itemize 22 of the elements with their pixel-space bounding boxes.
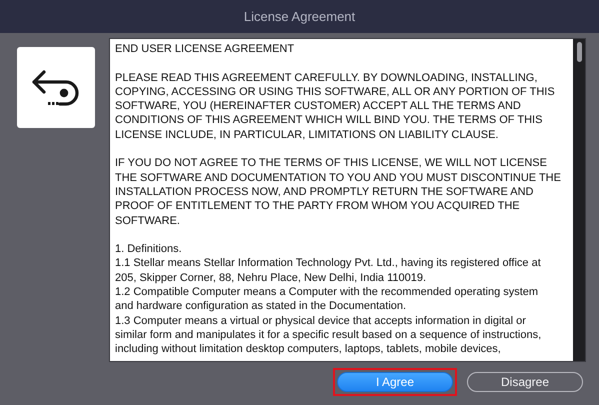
license-text-line: INSTALLATION PROCESS NOW, AND PROMPTLY RETURN THE SOFTWARE AND bbox=[115, 184, 534, 200]
license-text-line: including without limitation desktop computers, laptops, tablets, mobile devices, bbox=[115, 342, 502, 357]
license-text-line: 205, Skipper Corner, 88, Nehru Place, New Delhi, India 110019. bbox=[115, 270, 428, 286]
license-text-line: similar form and manipulates it for a specific result based on a sequence of instructions, bbox=[115, 328, 542, 342]
window-title: License Agreement bbox=[244, 9, 356, 24]
license-text-line: PROOF OF ENTITLEMENT TO THE PARTY FROM WHOM YOU ACQUIRED THE bbox=[115, 199, 521, 214]
license-text-line: IF YOU DO NOT AGREE TO THE TERMS OF THIS LICENSE, WE WILL NOT LICENSE bbox=[115, 156, 548, 171]
license-text-line: END USER LICENSE AGREEMENT bbox=[115, 42, 296, 56]
license-text-line: LICENSE INCLUDE, IN PARTICULAR, LIMITATIONS ON LIABILITY CLAUSE. bbox=[115, 128, 500, 142]
license-text-line: CONDITIONS OF THIS AGREEMENT WHICH WILL BIND YOU. THE TERMS OF THIS bbox=[115, 113, 544, 128]
dialog-button[interactable]: Disagree bbox=[467, 372, 583, 392]
license-text-line: SOFTWARE, YOU (HEREINAFTER CUSTOMER) ACCEPT ALL THE TERMS AND bbox=[115, 99, 522, 114]
dialog-button[interactable]: I Agree bbox=[337, 372, 453, 392]
license-text-line: 1.3 Computer means a virtual or physical device that accepts information in digital or bbox=[115, 314, 527, 328]
license-text-line: 1.2 Compatible Computer means a Computer with the recommended operating system bbox=[115, 285, 540, 300]
license-text-line: THE SOFTWARE AND DOCUMENTATION TO YOU AND YOU MUST DISCONTINUE THE bbox=[115, 170, 562, 185]
license-text-line: 1.1 Stellar means Stellar Information Technology Pvt. Ltd., having its registered office at bbox=[115, 256, 542, 271]
license-text-line: COPYING, ACCESSING OR USING THIS SOFTWARE, ALL OR ANY PORTION OF THIS bbox=[115, 84, 556, 100]
license-text-line: SOFTWARE. bbox=[115, 214, 181, 228]
license-text-line: and hardware configuration as stated in the Documentation. bbox=[115, 299, 408, 314]
license-text-line: 1. Definitions. bbox=[115, 242, 183, 256]
license-text-line: PLEASE READ THIS AGREEMENT CAREFULLY. BY DOWNLOADING, INSTALLING, bbox=[115, 70, 538, 85]
